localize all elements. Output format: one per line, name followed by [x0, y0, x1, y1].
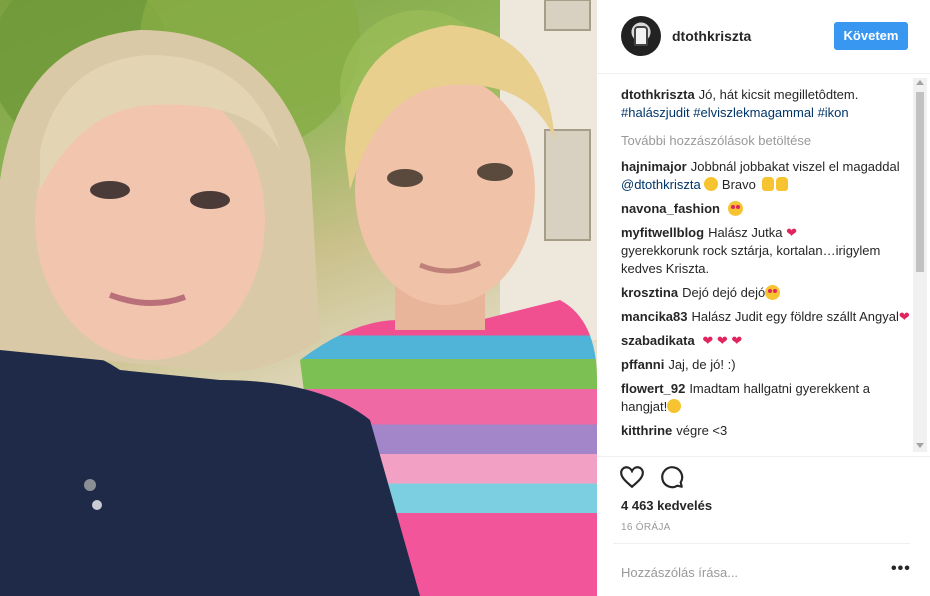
heart-icon [620, 466, 644, 489]
photo-illustration [0, 0, 597, 596]
comment-input[interactable] [621, 562, 861, 582]
avatar[interactable] [621, 16, 661, 56]
comment-username[interactable]: kitthrine [621, 423, 672, 438]
username[interactable]: dtothkriszta [672, 28, 751, 44]
comment-text: Jaj, de jó! :) [668, 357, 736, 372]
comment-item: hajnimajor Jobbnál jobbakat viszel el mag… [621, 158, 911, 194]
follow-button[interactable]: Követem [834, 22, 908, 50]
comment-item: krosztina Dejó dejó dejó [621, 284, 911, 302]
heart-emoji-icon: ❤ [731, 333, 743, 348]
mention-link[interactable]: @dtothkriszta [621, 177, 701, 192]
thumbs-up-emoji-icon [761, 177, 774, 191]
comment-username[interactable]: navona_fashion [621, 201, 720, 216]
load-more-comments[interactable]: További hozzászólások betöltése [621, 132, 911, 150]
comment-item: szabadikata ❤ ❤ ❤ [621, 332, 911, 350]
caption-text: Jó, hát kicsit megilletôdtem. [698, 87, 859, 102]
smile-emoji-icon [704, 177, 719, 191]
comment-text-after: Bravo [721, 177, 756, 192]
smile-emoji-icon [667, 399, 682, 413]
heart-eyes-emoji-icon [765, 285, 781, 300]
like-button[interactable] [619, 464, 645, 490]
comment-item: pffanni Jaj, de jó! :) [621, 356, 911, 374]
comment-text: végre <3 [676, 423, 728, 438]
scroll-thumb[interactable] [916, 92, 924, 272]
heart-emoji-icon: ❤ [786, 225, 798, 240]
clap-emoji-icon [775, 177, 788, 191]
post-timestamp[interactable]: 16 ÓRÁJA [621, 522, 671, 533]
comment-username[interactable]: krosztina [621, 285, 678, 300]
avatar-figure [634, 26, 648, 46]
hashtag-link[interactable]: #ikon [818, 105, 849, 120]
comment-icon [661, 466, 684, 489]
scroll-up-arrow-icon[interactable] [916, 80, 924, 85]
likes-count[interactable]: 4 463 kedvelés [621, 498, 712, 513]
comment-text: Jobbnál jobbakat viszel el magaddal [690, 159, 900, 174]
comment-text: Dejó dejó dejó [682, 285, 766, 300]
comment-username[interactable]: hajnimajor [621, 159, 687, 174]
actions-divider [597, 456, 930, 457]
comment-item: flowert_92 Imadtam hallgatni gyerekkent a… [621, 380, 911, 416]
comment-text-continued: gyerekkorunk rock sztárja, kortalan…irig… [621, 243, 881, 276]
comment-list[interactable]: dtothkriszta Jó, hát kicsit megilletôdtem… [621, 86, 911, 456]
comment-username[interactable]: flowert_92 [621, 381, 685, 396]
comment-username[interactable]: szabadikata [621, 333, 695, 348]
comment-item: navona_fashion [621, 200, 911, 218]
heart-emoji-icon: ❤ [716, 333, 728, 348]
scroll-down-arrow-icon[interactable] [916, 443, 924, 448]
post-header: dtothkriszta Követem [597, 0, 930, 74]
comment-item: myfitwellblog Halász Jutka ❤ gyerekkorunk… [621, 224, 911, 278]
comment-username[interactable]: pffanni [621, 357, 664, 372]
comment-username[interactable]: mancika83 [621, 309, 688, 324]
comment-text: Halász Jutka [708, 225, 783, 240]
heart-emoji-icon: ❤ [898, 309, 910, 324]
post-photo [0, 0, 597, 596]
heart-emoji-icon: ❤ [702, 333, 714, 348]
comment-username[interactable]: myfitwellblog [621, 225, 704, 240]
comment-item: mancika83 Halász Judit egy földre szállt … [621, 308, 911, 326]
comments-scrollbar[interactable] [913, 78, 927, 452]
hashtag-link[interactable]: #elviszlekmagammal [693, 105, 814, 120]
caption-username[interactable]: dtothkriszta [621, 87, 695, 102]
hashtag-link[interactable]: #halászjudit [621, 105, 690, 120]
heart-eyes-emoji-icon [727, 201, 743, 216]
comment-text: Halász Judit egy földre szállt Angyal [691, 309, 899, 324]
add-comment-section: ••• [613, 543, 910, 596]
comment-button[interactable] [659, 464, 685, 490]
comment-item: kitthrine végre <3 [621, 422, 911, 440]
post-panel: dtothkriszta Követem dtothkriszta Jó, hát… [597, 0, 930, 596]
more-options-icon[interactable]: ••• [891, 561, 911, 577]
caption: dtothkriszta Jó, hát kicsit megilletôdtem… [621, 86, 911, 122]
